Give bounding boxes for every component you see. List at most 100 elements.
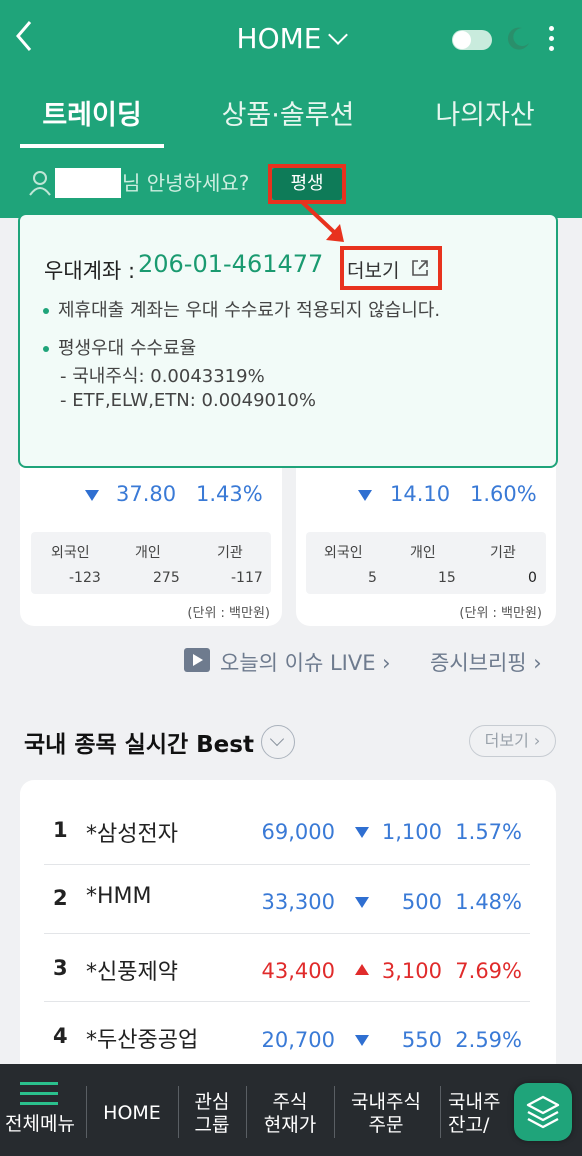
fee-domestic: - 국내주식: 0.0043319% <box>60 366 265 387</box>
moon-icon <box>505 25 531 51</box>
live-link[interactable]: 오늘의 이슈 LIVE › <box>220 647 391 677</box>
down-triangle-icon <box>358 490 372 501</box>
nav-label: 그룹 <box>194 1114 230 1136</box>
list-item[interactable]: 4 *두산중공업 20,700 550 2.59% <box>20 1018 556 1058</box>
nav-domestic-balance[interactable]: 국내주 잔고/ <box>448 1091 512 1137</box>
investor-label: 개인 <box>135 545 161 561</box>
briefing-link[interactable]: 증시브리핑 › <box>430 647 542 677</box>
nav-domestic-order[interactable]: 국내주식 주문 <box>336 1091 436 1137</box>
index-change: 37.80 <box>116 482 177 506</box>
stock-name: *HMM <box>86 884 152 909</box>
nav-label: 주식 <box>272 1091 308 1113</box>
stock-name: *신풍제약 <box>86 960 178 985</box>
divider <box>246 1086 247 1138</box>
chevron-right-icon: › <box>382 651 391 675</box>
more-highlight-box <box>340 246 442 290</box>
stock-change: 500 <box>401 890 442 914</box>
nav-all-menu[interactable]: 전체메뉴 <box>0 1113 80 1136</box>
nav-label: 관심 <box>194 1091 230 1113</box>
dark-mode-toggle[interactable] <box>452 30 492 50</box>
greeting-text: 님 안녕하세요? <box>122 171 250 195</box>
layers-fab-button[interactable] <box>514 1083 572 1141</box>
investor-label: 기관 <box>490 545 516 561</box>
nav-home[interactable]: HOME <box>90 1102 174 1125</box>
investor-label: 개인 <box>410 545 436 561</box>
stock-pct: 1.57% <box>455 820 522 844</box>
index-change: 14.10 <box>390 482 451 506</box>
tab-trading[interactable]: 트레이딩 <box>20 96 164 136</box>
investor-label: 외국인 <box>51 545 90 561</box>
investor-box: 외국인 개인 기관 -123 275 -117 <box>31 532 271 594</box>
bullet-dot <box>43 346 49 352</box>
index-change-pct: 1.43% <box>196 482 263 506</box>
rank: 2 <box>53 886 68 910</box>
unit-label: (단위 : 백만원) <box>187 606 270 621</box>
section-title: 국내 종목 실시간 Best <box>24 732 254 758</box>
play-icon <box>184 648 210 672</box>
annotation-arrow-icon <box>300 200 344 242</box>
investor-box: 외국인 개인 기관 5 15 0 <box>306 532 546 594</box>
tab-products-solutions[interactable]: 상품·솔루션 <box>208 96 368 136</box>
tab-my-assets[interactable]: 나의자산 <box>420 96 550 136</box>
rank: 4 <box>53 1024 68 1048</box>
stock-name: *두산중공업 <box>86 1028 199 1053</box>
stock-change: 3,100 <box>381 959 442 983</box>
list-item[interactable]: 3 *신풍제약 43,400 3,100 7.69% <box>20 950 556 990</box>
account-number: 206-01-461477 <box>138 250 324 278</box>
page-title[interactable]: HOME <box>0 20 582 58</box>
index-change-pct: 1.60% <box>470 482 537 506</box>
nav-label: 주문 <box>368 1114 404 1136</box>
investor-value: -123 <box>69 570 101 586</box>
nav-label: 현재가 <box>263 1114 317 1136</box>
fee-etf: - ETF,ELW,ETN: 0.0049010% <box>60 390 316 411</box>
stock-pct: 2.59% <box>455 1028 522 1052</box>
investor-value: 275 <box>153 570 180 586</box>
chevron-down-icon <box>328 25 349 45</box>
divider <box>178 1086 179 1138</box>
stock-name: *삼성전자 <box>86 822 178 847</box>
user-icon <box>28 170 52 196</box>
up-triangle-icon <box>355 964 369 975</box>
list-item[interactable]: 2 *HMM 33,300 500 1.48% <box>20 880 556 920</box>
list-item[interactable]: 1 *삼성전자 69,000 1,100 1.57% <box>20 812 556 852</box>
redacted-username <box>55 168 121 198</box>
stock-price: 43,400 <box>261 959 335 983</box>
stock-price: 33,300 <box>261 890 335 914</box>
divider <box>44 864 530 865</box>
fee-title: 평생우대 수수료율 <box>58 338 197 359</box>
nav-label: 국내주식 <box>351 1091 421 1113</box>
expand-button[interactable] <box>261 725 295 759</box>
chevron-down-icon <box>269 731 285 747</box>
stock-price: 20,700 <box>261 1028 335 1052</box>
best-more-button[interactable]: 더보기 › <box>469 725 556 757</box>
menu-icon[interactable] <box>20 1082 58 1106</box>
bullet-dot <box>43 308 49 314</box>
down-triangle-icon <box>355 827 369 838</box>
nav-stock-price[interactable]: 주식 현재가 <box>248 1091 332 1137</box>
more-options-icon[interactable] <box>545 26 557 56</box>
investor-label: 기관 <box>217 545 243 561</box>
investor-value: -117 <box>231 570 263 586</box>
rank: 1 <box>53 818 68 842</box>
stock-change: 1,100 <box>381 820 442 844</box>
chevron-right-icon: › <box>533 651 542 675</box>
investor-value: 5 <box>368 570 377 586</box>
nav-label: 국내주 <box>448 1091 501 1113</box>
stock-pct: 1.48% <box>455 890 522 914</box>
layers-icon <box>526 1095 560 1129</box>
divider <box>44 933 530 934</box>
investor-label: 외국인 <box>324 545 363 561</box>
divider <box>86 1086 87 1138</box>
nav-label: 잔고/ <box>448 1114 490 1136</box>
nav-watch-group[interactable]: 관심 그룹 <box>180 1091 244 1137</box>
stock-price: 69,000 <box>261 820 335 844</box>
stock-change: 550 <box>401 1028 442 1052</box>
account-label: 우대계좌 : <box>44 259 136 283</box>
investor-value: 0 <box>528 570 537 586</box>
rank: 3 <box>53 956 68 980</box>
divider <box>334 1086 335 1138</box>
divider <box>440 1086 441 1138</box>
popup-note: 제휴대출 계좌는 우대 수수료가 적용되지 않습니다. <box>58 300 441 321</box>
down-triangle-icon <box>355 897 369 908</box>
stock-pct: 7.69% <box>455 959 522 983</box>
